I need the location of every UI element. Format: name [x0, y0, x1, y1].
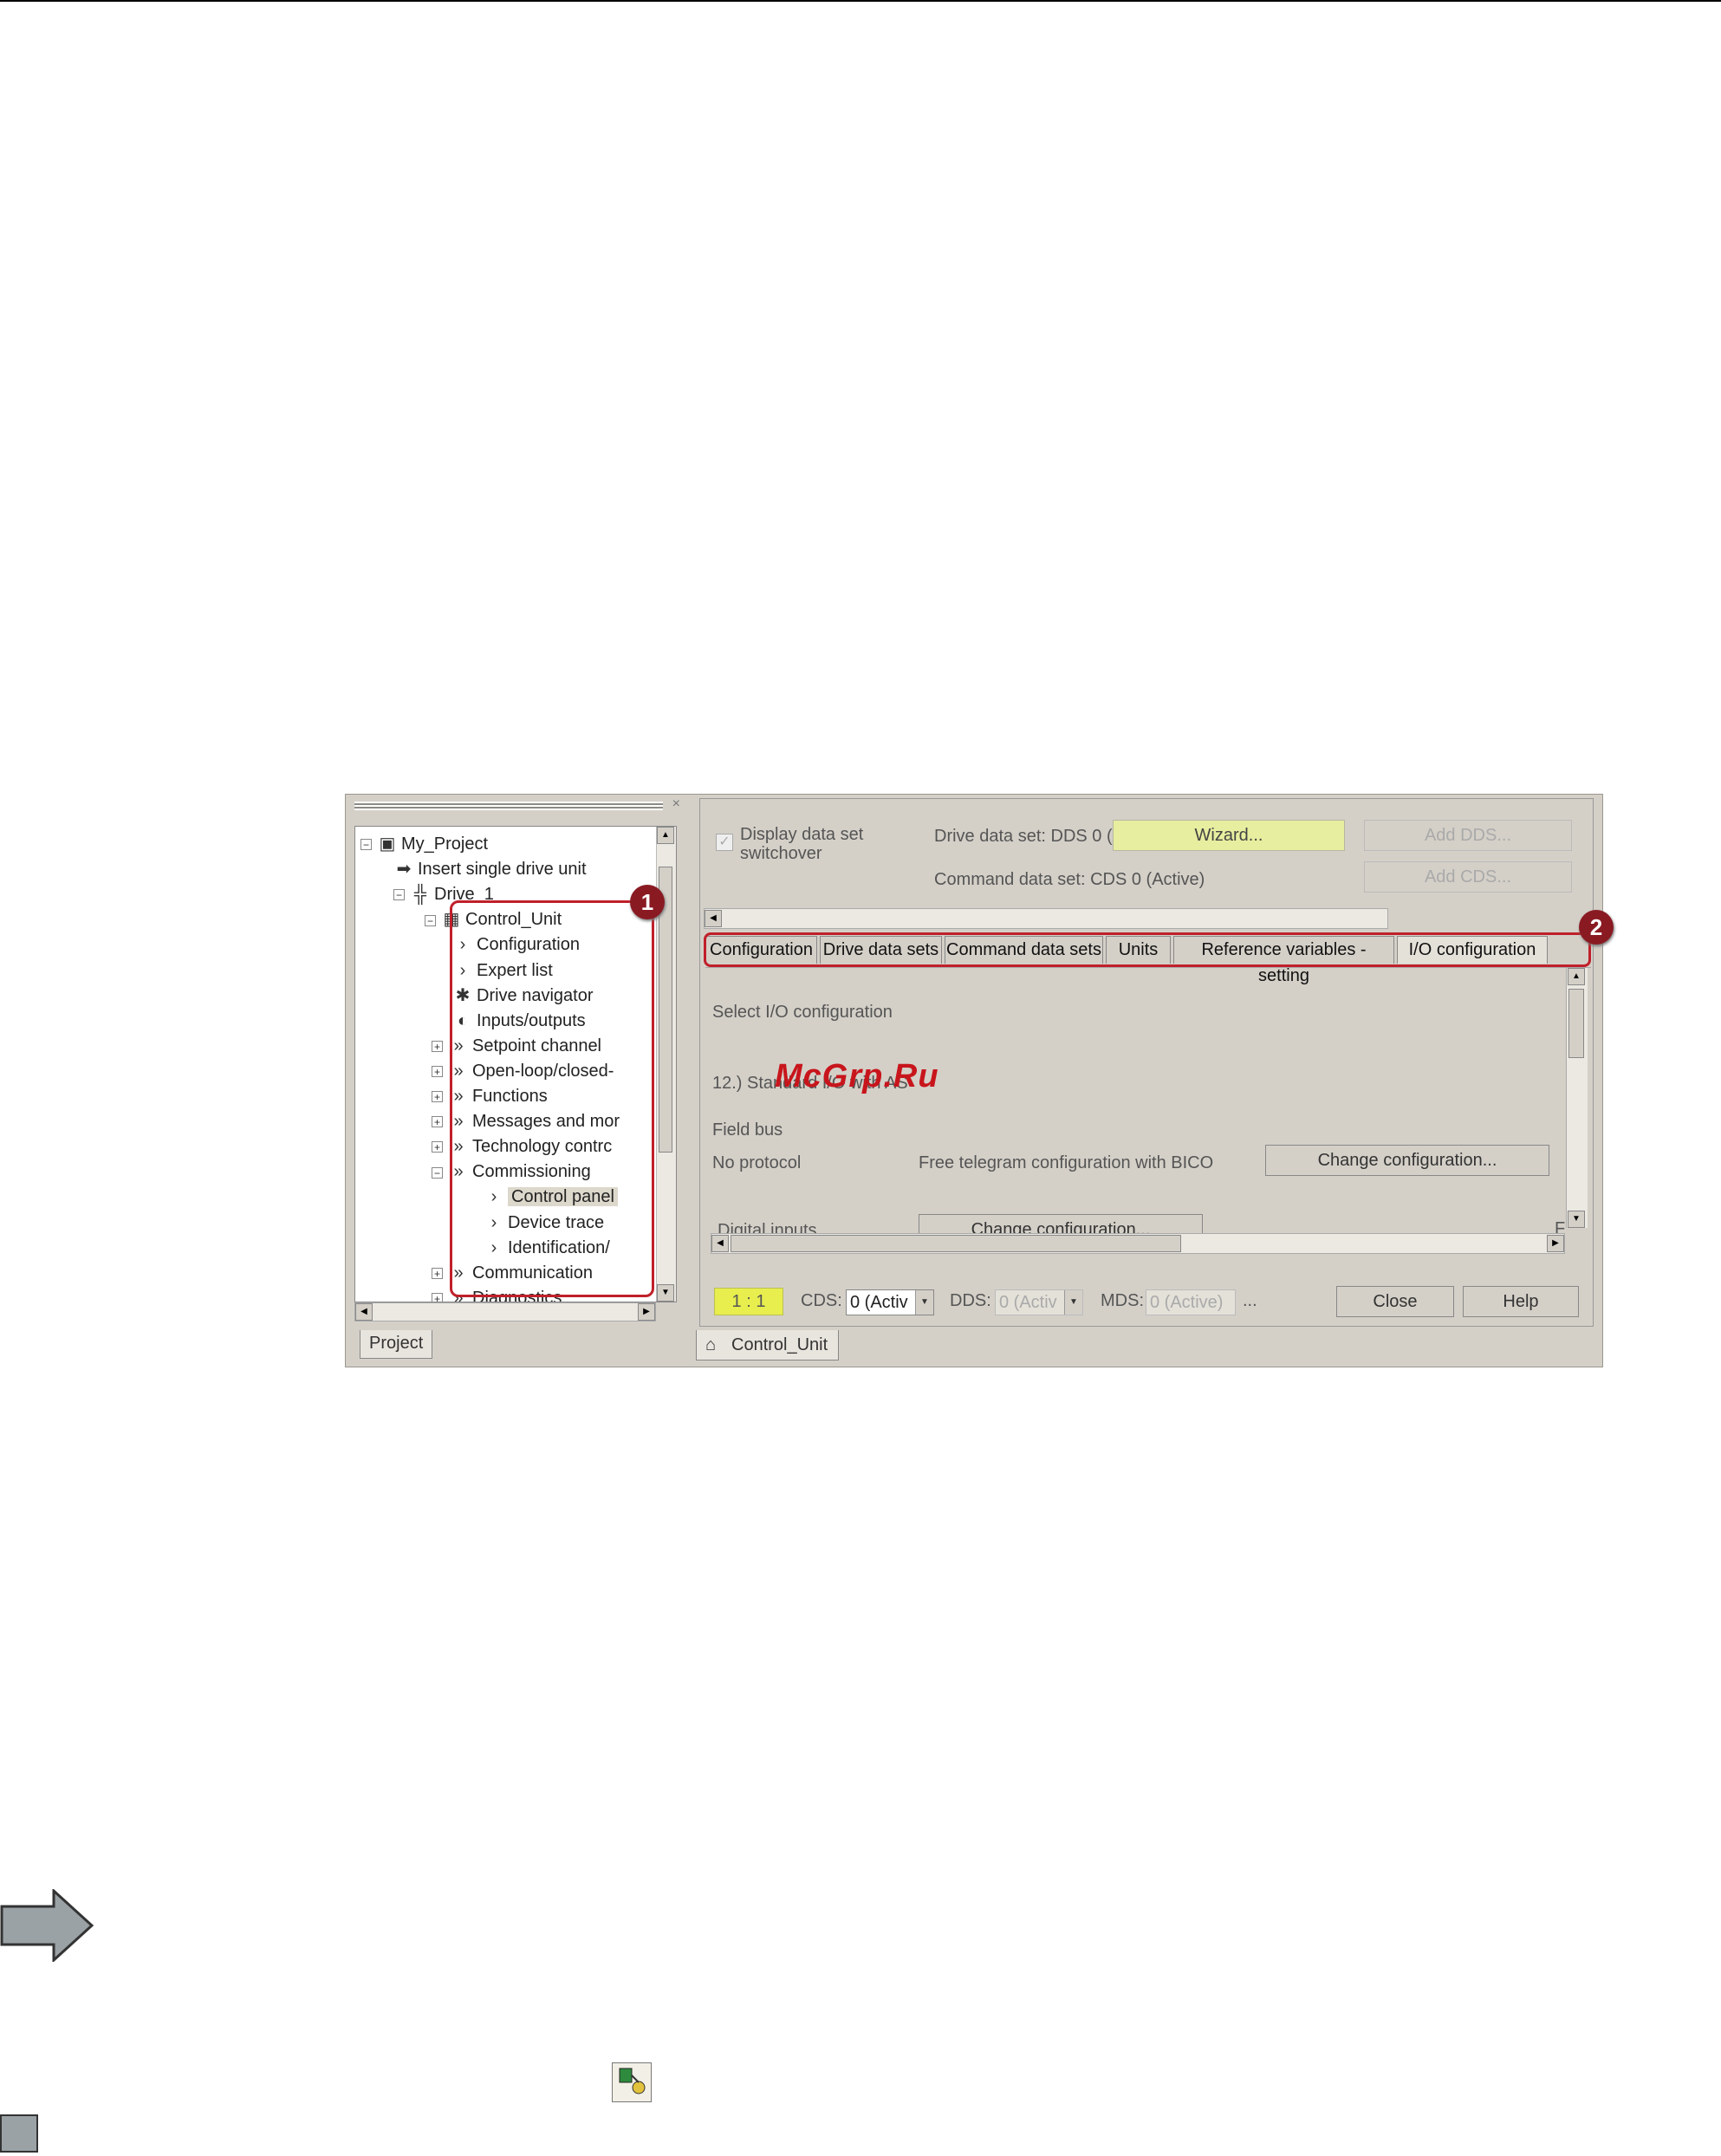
- control-unit-tab[interactable]: ⌂ Control_Unit: [696, 1330, 840, 1360]
- expand-icon[interactable]: +: [432, 1267, 443, 1279]
- mds-field: 0 (Active): [1146, 1289, 1236, 1315]
- scroll-thumb[interactable]: [731, 1235, 1181, 1252]
- watermark: McGrp.Ru: [775, 1058, 939, 1094]
- change-configuration-button[interactable]: Change configuration...: [1265, 1145, 1549, 1176]
- chevron-down-icon[interactable]: ▼: [915, 1290, 933, 1315]
- toolbar-function-icon: [612, 2062, 652, 2102]
- mds-label: MDS:: [1101, 1291, 1144, 1310]
- dds-select[interactable]: 0 (Activ ▼: [995, 1289, 1083, 1315]
- collapse-icon[interactable]: −: [393, 889, 405, 901]
- wizard-button[interactable]: Wizard...: [1113, 820, 1345, 851]
- callout-badge-2: 2: [1579, 910, 1614, 945]
- window-content: ✓ Display data set switchover Drive data…: [699, 798, 1614, 1327]
- expand-icon[interactable]: +: [432, 1066, 443, 1078]
- switchover-checkbox[interactable]: ✓: [716, 834, 733, 851]
- field-bus-label: Field bus: [712, 1120, 783, 1140]
- header-scrollbar[interactable]: ◀: [704, 908, 1388, 929]
- collapse-icon[interactable]: −: [360, 839, 372, 851]
- close-button[interactable]: Close: [1336, 1286, 1454, 1317]
- scroll-thumb[interactable]: [1568, 989, 1584, 1058]
- more-ellipsis: ...: [1243, 1291, 1257, 1310]
- pane-vertical-scrollbar[interactable]: ▲ ▼: [1566, 968, 1588, 1228]
- tree-item-label: My_Project: [401, 834, 489, 854]
- insert-icon: ➡: [396, 860, 412, 880]
- callout-badge-1: 1: [630, 885, 665, 919]
- scroll-right-icon[interactable]: ▶: [638, 1303, 655, 1321]
- callout-highlight-2: [704, 932, 1591, 967]
- control-unit-window: ✓ Display data set switchover Drive data…: [696, 795, 1614, 1367]
- expand-icon[interactable]: +: [432, 1041, 443, 1053]
- collapse-icon[interactable]: −: [432, 1166, 443, 1179]
- dds-label: DDS:: [950, 1291, 991, 1310]
- top-rule: [0, 0, 1721, 2]
- pane-horizontal-scrollbar[interactable]: ◀ ▶: [711, 1233, 1565, 1254]
- tree-item-label: Insert single drive unit: [418, 860, 587, 880]
- scroll-up-icon[interactable]: ▲: [1568, 968, 1585, 985]
- scroll-down-icon[interactable]: ▼: [1568, 1211, 1585, 1228]
- io-configuration-pane: Select I/O configuration 12.) Standard I…: [705, 967, 1591, 1271]
- expand-icon[interactable]: +: [432, 1293, 443, 1302]
- scroll-left-icon[interactable]: ◀: [355, 1303, 373, 1321]
- cds-select[interactable]: 0 (Activ ▼: [846, 1289, 934, 1315]
- step-square-icon: [0, 2114, 38, 2153]
- drive-icon: ╬: [413, 885, 427, 905]
- control-unit-icon: ⌂: [705, 1335, 717, 1354]
- select-io-label: Select I/O configuration: [712, 1003, 893, 1022]
- cds-label: CDS:: [801, 1291, 842, 1310]
- scroll-down-icon[interactable]: ▼: [657, 1284, 674, 1302]
- tree-item[interactable]: − ▣ My_Project: [360, 832, 488, 856]
- panel-grip[interactable]: [354, 802, 663, 810]
- chevron-down-icon[interactable]: ▼: [1064, 1290, 1082, 1315]
- telegram-text: Free telegram configuration with BICO: [919, 1153, 1214, 1172]
- protocol-value: No protocol: [712, 1153, 802, 1172]
- arrow-right-icon: [0, 1889, 94, 1962]
- tree-item[interactable]: ➡ Insert single drive unit: [393, 857, 587, 881]
- expand-icon[interactable]: +: [432, 1091, 443, 1103]
- scroll-up-icon[interactable]: ▲: [657, 827, 674, 844]
- project-icon: ▣: [379, 834, 396, 854]
- status-bar: 1 : 1 CDS: 0 (Activ ▼ DDS: 0 (Activ ▼ MDS:…: [705, 1284, 1584, 1319]
- project-navigator: × ▲ ▼ − ▣ My_Project ➡ Insert single drive u…: [349, 796, 682, 1364]
- close-panel-icon[interactable]: ×: [672, 796, 680, 812]
- help-button[interactable]: Help: [1463, 1286, 1579, 1317]
- add-dds-button[interactable]: Add DDS...: [1364, 820, 1572, 851]
- ratio-indicator: 1 : 1: [714, 1288, 783, 1315]
- expand-icon[interactable]: +: [432, 1141, 443, 1153]
- expand-icon[interactable]: +: [432, 1116, 443, 1128]
- scroll-left-icon[interactable]: ◀: [711, 1235, 729, 1252]
- collapse-icon[interactable]: −: [425, 914, 436, 926]
- scroll-left-icon[interactable]: ◀: [705, 910, 722, 927]
- project-tab[interactable]: Project: [360, 1330, 433, 1359]
- command-data-set-label: Command data set: CDS 0 (Active): [934, 870, 1205, 889]
- tree-horizontal-scrollbar[interactable]: ◀ ▶: [354, 1302, 656, 1322]
- add-cds-button[interactable]: Add CDS...: [1364, 861, 1572, 893]
- callout-highlight-1: [450, 900, 654, 1297]
- scroll-right-icon[interactable]: ▶: [1547, 1235, 1564, 1252]
- starter-screenshot: × ▲ ▼ − ▣ My_Project ➡ Insert single drive u…: [345, 794, 1614, 1367]
- switchover-label: Display data set switchover: [740, 825, 864, 863]
